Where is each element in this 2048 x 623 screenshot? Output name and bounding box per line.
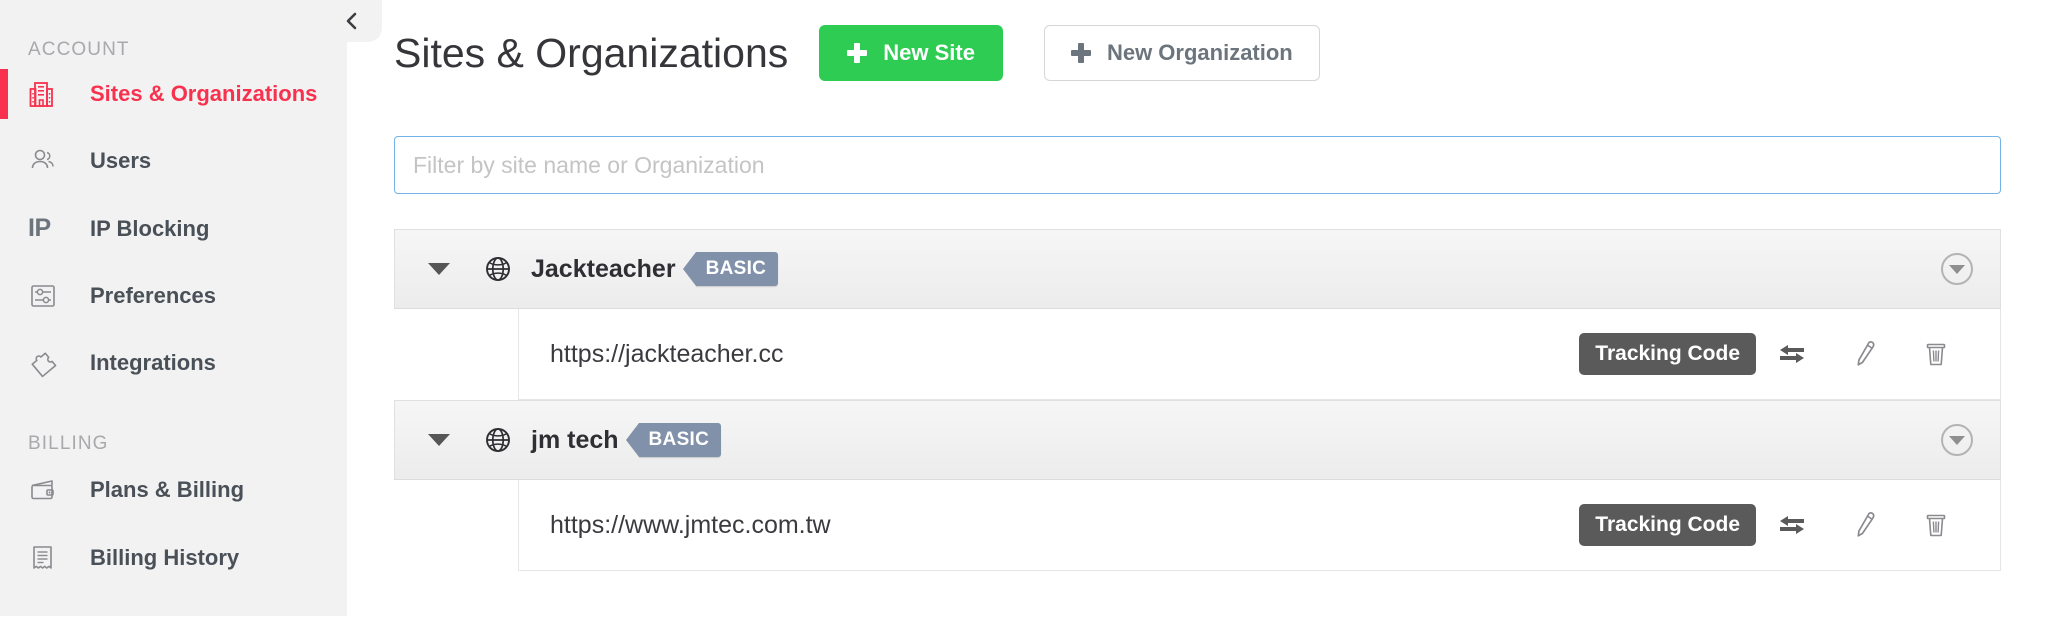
transfer-icon[interactable] <box>1756 341 1828 367</box>
new-organization-button[interactable]: New Organization <box>1043 25 1320 81</box>
main-content: Sites & Organizations New Site New Organ… <box>347 0 2048 623</box>
organization-expand-toggle[interactable] <box>395 263 483 275</box>
sidebar-item-users[interactable]: Users <box>0 133 347 188</box>
ip-icon: IP <box>28 214 51 242</box>
page-header: Sites & Organizations New Site New Organ… <box>394 25 1320 81</box>
sidebar-item-label: Preferences <box>90 282 216 308</box>
caret-down-icon <box>428 434 450 446</box>
sidebar-section-account-label: ACCOUNT <box>28 39 130 60</box>
sidebar-item-sites-organizations[interactable]: Sites & Organizations <box>0 66 347 121</box>
puzzle-icon <box>28 348 64 378</box>
plan-badge: BASIC <box>682 252 779 286</box>
tracking-code-button[interactable]: Tracking Code <box>1579 333 1756 375</box>
sidebar-item-label: Integrations <box>90 349 216 375</box>
trash-icon[interactable] <box>1900 339 1972 369</box>
new-organization-label: New Organization <box>1106 40 1293 65</box>
site-content: https://jackteacher.cc Tracking Code <box>518 309 2001 400</box>
globe-icon <box>483 254 513 284</box>
tracking-code-button[interactable]: Tracking Code <box>1579 504 1756 546</box>
plus-icon <box>1070 43 1091 63</box>
caret-down-icon <box>1949 435 1965 445</box>
sidebar: ACCOUNT Sites & Organizations Users IP I… <box>0 0 347 616</box>
sidebar-item-billing-history[interactable]: Billing History <box>0 530 347 585</box>
sidebar-section-billing-label: BILLING <box>28 433 109 454</box>
site-indent-spacer <box>394 480 518 571</box>
filter-input[interactable] <box>394 136 2001 194</box>
sliders-icon <box>28 281 64 311</box>
site-actions: Tracking Code <box>1579 333 1972 375</box>
organization-group: Jackteacher BASIC https://jackteacher.cc… <box>394 229 2001 400</box>
sidebar-collapse-button[interactable] <box>322 0 382 42</box>
organization-expand-toggle[interactable] <box>395 434 483 446</box>
organization-name: jm tech <box>531 425 619 454</box>
caret-down-icon <box>428 263 450 275</box>
sidebar-item-ip-blocking[interactable]: IP IP Blocking <box>0 201 347 256</box>
organization-header[interactable]: Jackteacher BASIC <box>394 229 2001 309</box>
organization-header[interactable]: jm tech BASIC <box>394 400 2001 480</box>
new-site-button[interactable]: New Site <box>819 25 1003 81</box>
sidebar-item-label: Users <box>90 147 152 173</box>
sidebar-item-label: Sites & Organizations <box>90 80 318 106</box>
plus-icon <box>847 43 868 63</box>
page-title: Sites & Organizations <box>394 29 789 76</box>
transfer-icon[interactable] <box>1756 512 1828 538</box>
edit-pencil-icon[interactable] <box>1828 339 1900 369</box>
site-content: https://www.jmtec.com.tw Tracking Code <box>518 480 2001 571</box>
organization-name: Jackteacher <box>531 254 676 283</box>
organization-group: jm tech BASIC https://www.jmtec.com.tw T… <box>394 400 2001 571</box>
sidebar-item-plans-billing[interactable]: Plans & Billing <box>0 462 347 517</box>
users-icon <box>28 146 64 176</box>
site-actions: Tracking Code <box>1579 504 1972 546</box>
trash-icon[interactable] <box>1900 510 1972 540</box>
site-url[interactable]: https://jackteacher.cc <box>550 340 783 369</box>
organization-actions-dropdown[interactable] <box>1941 253 1973 285</box>
sidebar-item-label: IP Blocking <box>90 215 210 241</box>
globe-icon <box>483 425 513 455</box>
sidebar-item-label: Plans & Billing <box>90 476 245 502</box>
sidebar-item-integrations[interactable]: Integrations <box>0 335 347 390</box>
organization-actions-dropdown[interactable] <box>1941 424 1973 456</box>
plan-badge: BASIC <box>625 423 722 457</box>
chevron-left-icon <box>343 10 361 32</box>
edit-pencil-icon[interactable] <box>1828 510 1900 540</box>
organization-list: Jackteacher BASIC https://jackteacher.cc… <box>394 229 2001 571</box>
building-icon <box>28 79 64 109</box>
site-url[interactable]: https://www.jmtec.com.tw <box>550 511 831 540</box>
site-indent-spacer <box>394 309 518 400</box>
sidebar-item-preferences[interactable]: Preferences <box>0 268 347 323</box>
wallet-icon <box>28 475 64 505</box>
new-site-label: New Site <box>883 40 975 65</box>
sidebar-item-label: Billing History <box>90 544 240 570</box>
site-row: https://jackteacher.cc Tracking Code <box>394 309 2001 400</box>
receipt-icon <box>28 543 64 573</box>
site-row: https://www.jmtec.com.tw Tracking Code <box>394 480 2001 571</box>
caret-down-icon <box>1949 264 1965 274</box>
